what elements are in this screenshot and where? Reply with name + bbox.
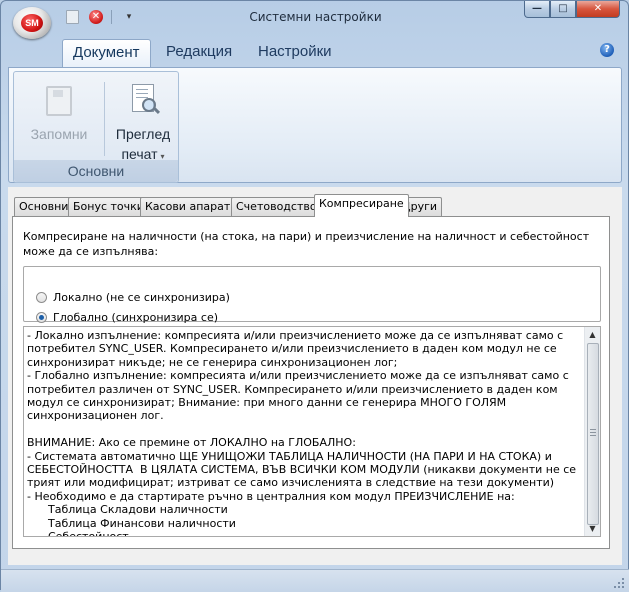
window: SM ✕ ▾ Системни настройки — □ ✕ Документ…	[0, 0, 629, 592]
scroll-down-icon[interactable]: ▼	[585, 521, 600, 536]
radio-global-label: Глобално (синхронизира се)	[53, 311, 219, 324]
scroll-thumb[interactable]	[587, 343, 599, 525]
ribbon-separator	[104, 82, 105, 156]
settings-tabs: Основни Бонус точки Касови апарати Счето…	[12, 194, 612, 217]
tab-accounting[interactable]: Счетоводство	[231, 197, 322, 216]
title-bar: SM ✕ ▾ Системни настройки — □ ✕	[1, 1, 628, 39]
tab-cash-registers[interactable]: Касови апарати	[140, 197, 243, 216]
radio-global-indicator[interactable]	[36, 312, 47, 323]
close-button[interactable]: ✕	[576, 1, 620, 18]
minimize-icon: —	[532, 3, 542, 14]
print-preview-label-1: Преглед	[115, 126, 171, 142]
save-label: Запомни	[30, 126, 88, 142]
notes-scrollbar[interactable]: ▲ ▼	[584, 327, 600, 536]
minimize-button[interactable]: —	[524, 1, 550, 18]
ribbon-group-main: Запомни Преглед печат ▾ Основни	[13, 71, 179, 183]
notes-text: - Локално изпълнение: компресията и/или …	[27, 329, 577, 537]
tab-main[interactable]: Основни	[14, 197, 74, 216]
tab-compression[interactable]: Компресиране	[314, 194, 409, 217]
compression-panel: Компресиране на наличности (на стока, на…	[12, 216, 610, 549]
execution-mode-group: Локално (не се синхронизира) Глобално (с…	[23, 266, 601, 324]
ribbon-group-label: Основни	[14, 160, 178, 182]
ribbon-tab-document[interactable]: Документ	[62, 39, 151, 67]
status-bar	[1, 569, 629, 592]
resize-grip-icon[interactable]	[614, 578, 624, 588]
ribbon-tab-settings[interactable]: Настройки	[248, 39, 342, 65]
help-icon[interactable]: ?	[600, 43, 614, 57]
ribbon-tabs: Документ Редакция Настройки	[1, 35, 628, 67]
ribbon-tab-edit[interactable]: Редакция	[156, 39, 242, 65]
floppy-disk-icon	[46, 86, 72, 116]
maximize-icon: □	[558, 3, 568, 14]
scroll-up-icon[interactable]: ▲	[585, 327, 600, 342]
radio-local-indicator[interactable]	[36, 292, 47, 303]
radio-local-label: Локално (не се синхронизира)	[53, 291, 230, 304]
notes-textarea[interactable]: - Локално изпълнение: компресията и/или …	[23, 326, 601, 537]
save-button[interactable]: Запомни	[18, 76, 100, 160]
client-area: Основни Бонус точки Касови апарати Счето…	[8, 187, 622, 565]
compression-description: Компресиране на наличности (на стока, на…	[23, 230, 590, 258]
maximize-button[interactable]: □	[550, 1, 576, 18]
window-controls: — □ ✕	[524, 1, 620, 19]
ribbon-panel: Запомни Преглед печат ▾ Основни	[8, 67, 622, 183]
close-icon: ✕	[593, 3, 603, 14]
print-preview-button[interactable]: Преглед печат ▾	[108, 76, 178, 162]
tab-bonus-points[interactable]: Бонус точки	[68, 197, 149, 216]
